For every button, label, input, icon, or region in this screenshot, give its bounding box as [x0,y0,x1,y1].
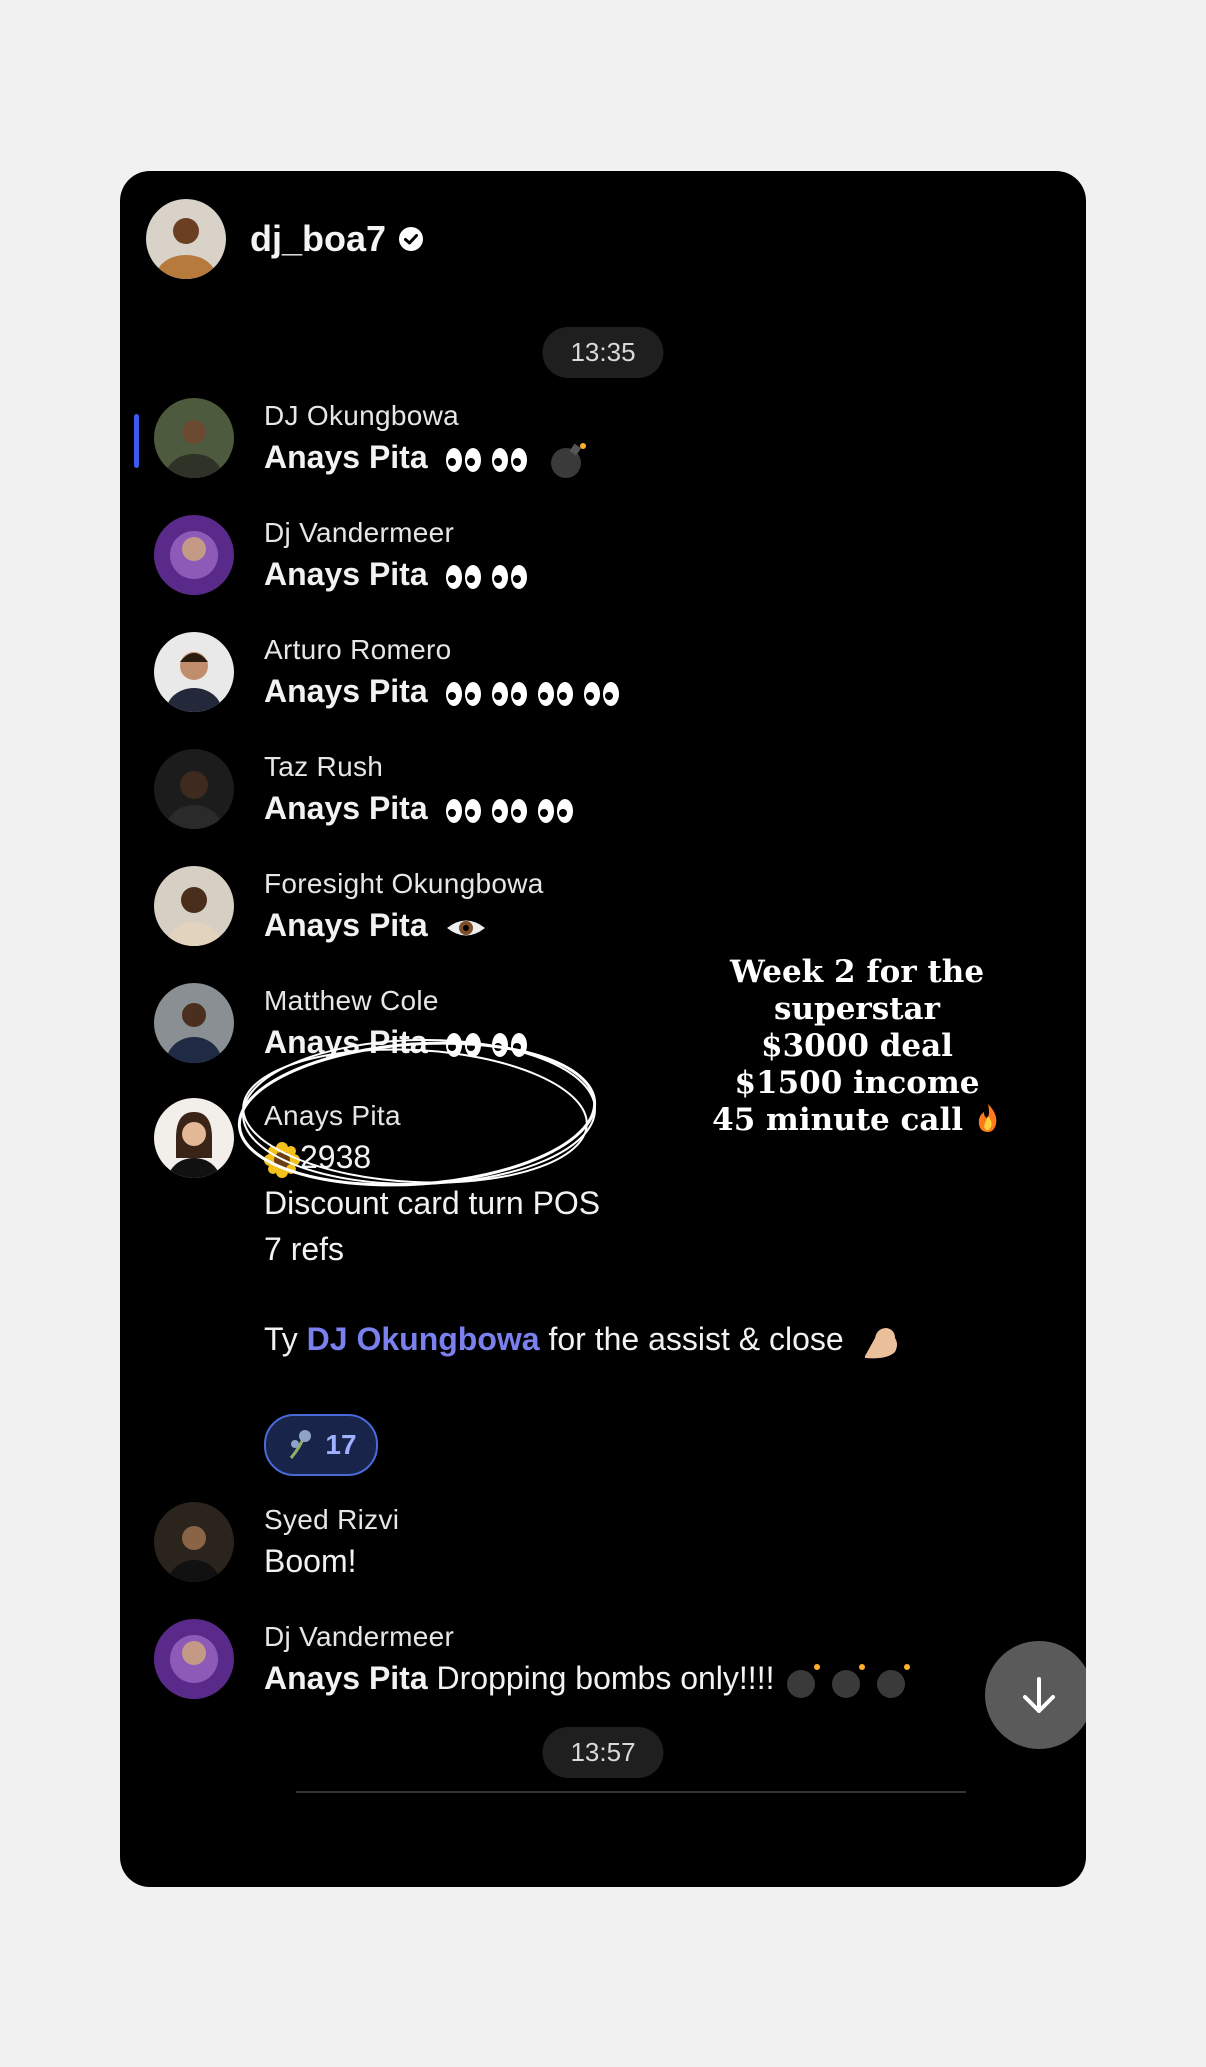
message-item[interactable]: Foresight Okungbowa Anays Pita [154,866,544,948]
sender-name: Syed Rizvi [264,1504,400,1535]
avatar[interactable] [154,866,234,946]
avatar[interactable] [154,983,234,1063]
sender-name: Matthew Cole [264,985,439,1016]
eye-emoji-icon [446,920,485,936]
arrow-down-icon [1023,1677,1055,1713]
reaction-count: 17 [325,1429,357,1460]
flexed-biceps-emoji-icon [864,1327,897,1358]
mention[interactable]: Anays Pita [264,907,428,943]
avatar[interactable] [154,1098,234,1178]
avatar[interactable] [154,398,234,478]
message-text: Anays Pita [264,902,544,948]
message-text: Anays Pita [264,668,621,714]
flower-emoji-icon [290,1430,312,1459]
chat-title: dj_boa7 [250,218,387,259]
mention[interactable]: Anays Pita [264,439,428,475]
message-item[interactable]: Dj Vandermeer Anays Pita Dropping bombs … [154,1619,913,1701]
message-text: Anays Pita [264,785,575,831]
chat-header[interactable]: dj_boa7 [146,197,424,281]
message-item[interactable]: Dj Vandermeer Anays Pita [154,515,529,597]
sender-name: Arturo Romero [264,634,452,665]
eyes-emoji-icon [445,798,573,823]
message-line: Ty DJ Okungbowa for the assist & close [264,1316,901,1362]
eyes-emoji-icon [445,681,619,706]
chat-window: dj_boa7 13:35 DJ Okungbowa Anays Pita Dj… [120,171,1086,1887]
timestamp-pill: 13:57 [542,1727,664,1778]
eyes-emoji-icon [445,447,527,472]
message-text: Anays Pita [264,434,591,480]
message-item[interactable]: Taz Rush Anays Pita [154,749,575,831]
message-line: 7 refs [264,1231,345,1267]
circle-annotation [237,1038,597,1187]
eyes-emoji-icon [445,564,527,589]
bomb-emoji-icon [551,442,587,478]
avatar[interactable] [154,1502,234,1582]
mention[interactable]: Anays Pita [264,673,428,709]
mention[interactable]: Anays Pita [264,556,428,592]
message-text: Anays Pita Dropping bombs only!!!! [264,1655,913,1701]
reaction-chip[interactable]: 17 [264,1414,378,1476]
profile-avatar[interactable] [146,199,226,279]
mention[interactable]: Anays Pita [264,1660,428,1696]
avatar[interactable] [154,515,234,595]
message-item[interactable]: Syed Rizvi Boom! [154,1502,399,1584]
message-text: Anays Pita [264,551,529,597]
sender-name: DJ Okungbowa [264,400,460,431]
fire-emoji-icon [978,1104,997,1132]
avatar[interactable] [154,749,234,829]
message-item[interactable]: Arturo Romero Anays Pita [154,632,621,714]
mention-link[interactable]: DJ Okungbowa [307,1321,540,1357]
mention[interactable]: Anays Pita [264,790,428,826]
overlay-caption: Week 2 for the superstar $3000 deal $150… [647,954,1067,1139]
scroll-to-bottom-button[interactable] [985,1641,1086,1749]
message-item[interactable]: DJ Okungbowa Anays Pita [154,398,591,480]
unread-indicator [134,414,139,468]
avatar[interactable] [154,1619,234,1699]
sender-name: Dj Vandermeer [264,1621,455,1652]
bomb-emoji-icon [787,1663,911,1698]
sender-name: Foresight Okungbowa [264,868,544,899]
divider [296,1791,966,1793]
sender-name: Taz Rush [264,751,384,782]
timestamp-pill: 13:35 [542,327,664,378]
message-text: Boom! [264,1543,357,1579]
verified-badge-icon [399,227,424,251]
sender-name: Dj Vandermeer [264,517,455,548]
avatar[interactable] [154,632,234,712]
